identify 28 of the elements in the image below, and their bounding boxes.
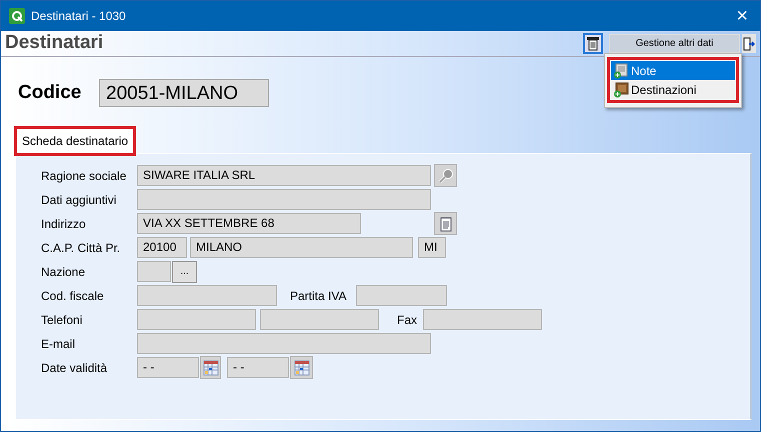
field-label: C.A.P. Città Pr. bbox=[41, 240, 122, 256]
input-field[interactable]: - - bbox=[227, 357, 289, 378]
field-label: E-mail bbox=[41, 336, 76, 352]
field-label: Date validità bbox=[41, 360, 108, 376]
input-field[interactable]: VIA XX SETTEMBRE 68 bbox=[137, 213, 361, 234]
field-label: Dati aggiuntivi bbox=[41, 192, 118, 208]
page-title: Destinatari bbox=[5, 31, 104, 56]
field-label: Indirizzo bbox=[41, 216, 87, 232]
input-field[interactable]: - - bbox=[137, 357, 199, 378]
menu-item[interactable]: Note bbox=[611, 61, 735, 80]
field-label: Fax bbox=[397, 312, 418, 328]
window-title: Destinatari - 1030 bbox=[31, 8, 126, 25]
code-field[interactable]: 20051-MILANO bbox=[99, 79, 269, 108]
code-label: Codice bbox=[18, 81, 82, 105]
menu-item[interactable]: Destinazioni bbox=[611, 80, 735, 99]
data-menu-button[interactable]: Gestione altri dati bbox=[609, 34, 740, 53]
tab[interactable]: Scheda destinatario bbox=[14, 126, 136, 156]
input-field[interactable]: SIWARE ITALIA SRL bbox=[137, 165, 431, 186]
input-field[interactable]: MI bbox=[418, 237, 446, 258]
close-button[interactable]: × bbox=[732, 6, 752, 26]
field-label: Nazione bbox=[41, 264, 86, 280]
field-label: Telefoni bbox=[41, 312, 84, 328]
input-field[interactable]: MILANO bbox=[190, 237, 413, 258]
field-label: Cod. fiscale bbox=[41, 288, 105, 304]
field-label: Partita IVA bbox=[290, 288, 348, 304]
browse-button[interactable]: ... bbox=[172, 260, 197, 282]
field-label: Ragione sociale bbox=[41, 168, 128, 184]
input-field[interactable]: 20100 bbox=[137, 237, 187, 258]
